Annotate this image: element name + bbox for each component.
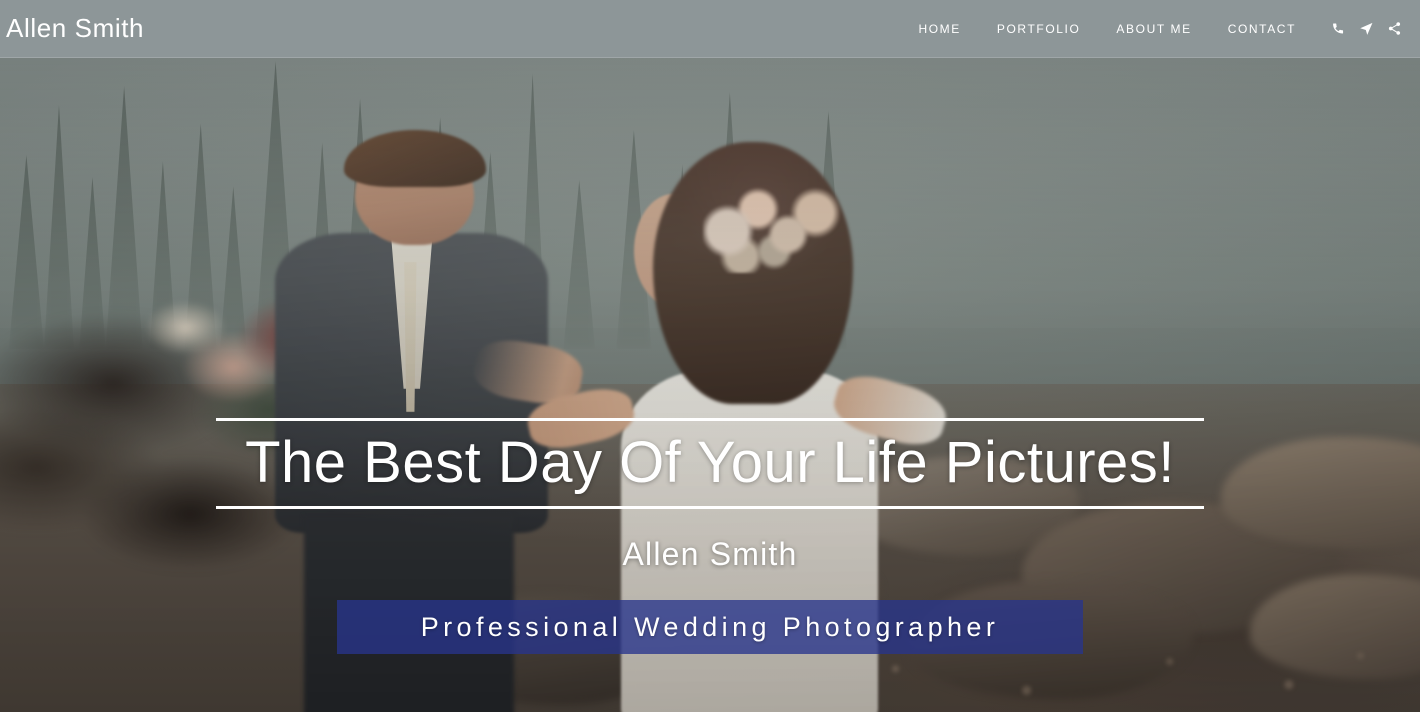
nav-item-about-me[interactable]: ABOUT ME xyxy=(1098,22,1209,36)
site-logo[interactable]: Allen Smith xyxy=(6,13,144,44)
site-header: Allen Smith HOME PORTFOLIO ABOUT ME CONT… xyxy=(0,0,1420,58)
nav-icon-group xyxy=(1314,17,1420,41)
nav-item-portfolio[interactable]: PORTFOLIO xyxy=(979,22,1099,36)
main-navigation: HOME PORTFOLIO ABOUT ME CONTACT xyxy=(900,17,1420,41)
hero-headline: The Best Day Of Your Life Pictures! xyxy=(245,430,1175,495)
hero-content: The Best Day Of Your Life Pictures! Alle… xyxy=(0,58,1420,712)
tagline-banner: Professional Wedding Photographer xyxy=(337,600,1083,654)
send-icon[interactable] xyxy=(1352,17,1380,41)
share-icon[interactable] xyxy=(1380,17,1408,41)
hero-tagline: Professional Wedding Photographer xyxy=(420,611,1000,642)
headline-block: The Best Day Of Your Life Pictures! xyxy=(216,418,1204,510)
nav-item-contact[interactable]: CONTACT xyxy=(1210,22,1314,36)
nav-item-home[interactable]: HOME xyxy=(900,22,978,36)
phone-icon[interactable] xyxy=(1324,17,1352,41)
hero-subtitle: Allen Smith xyxy=(622,536,798,572)
